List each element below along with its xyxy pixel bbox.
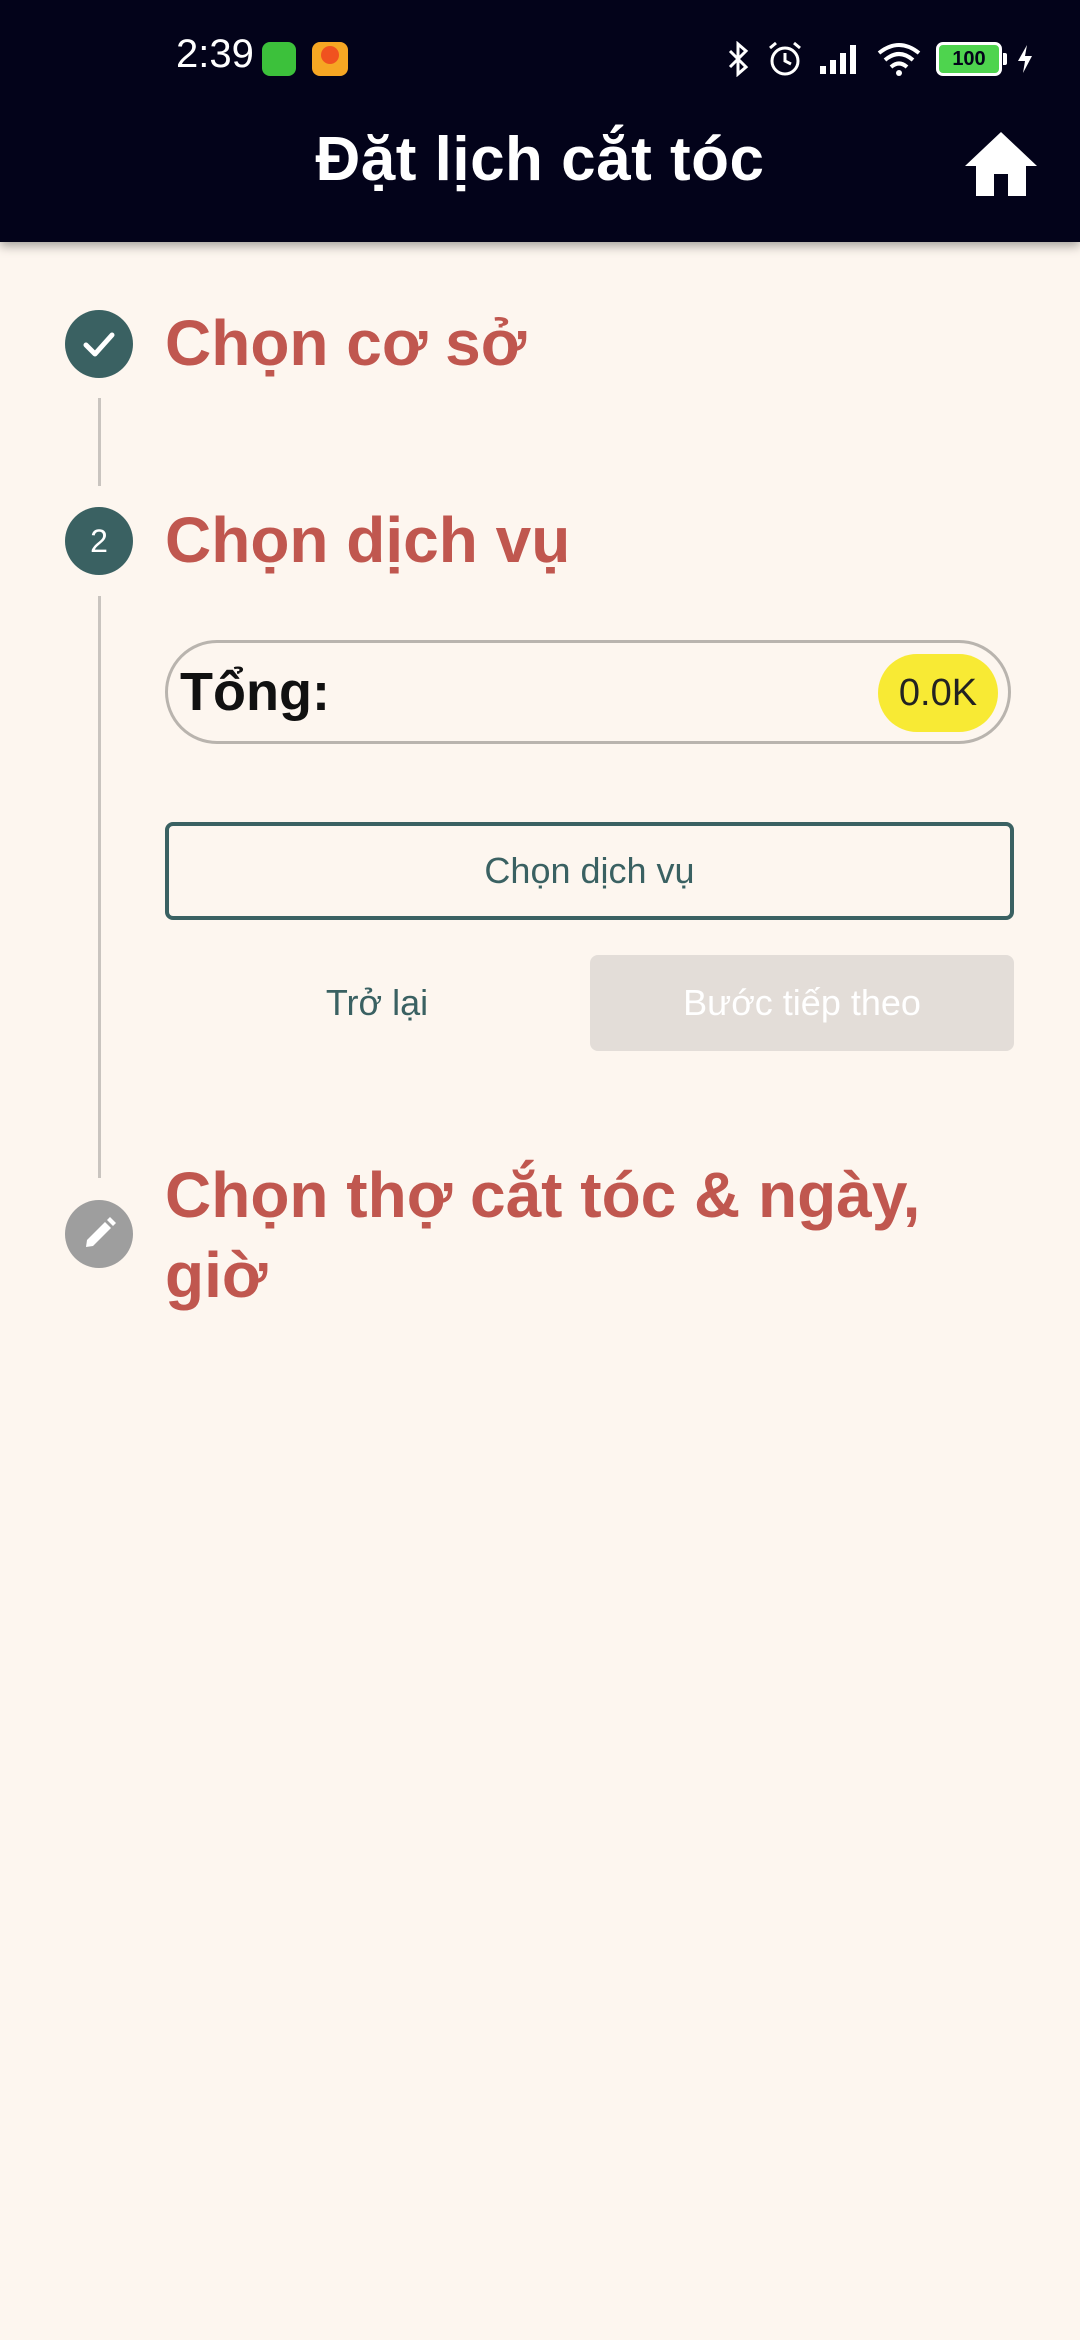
step-connector [98, 596, 101, 1178]
step-3-pencil-icon [65, 1200, 133, 1268]
total-label: Tổng: [180, 662, 330, 722]
pencil-icon [86, 1217, 116, 1247]
battery-icon: 100 [936, 42, 1007, 76]
status-time: 2:39 [176, 32, 254, 76]
notification-app-icon-2 [312, 42, 348, 76]
total-value-badge: 0.0K [878, 654, 998, 732]
total-summary: Tổng: 0.0K [165, 640, 1011, 744]
status-icons: 100 [726, 34, 1034, 84]
alarm-icon [769, 41, 801, 76]
select-service-button[interactable]: Chọn dịch vụ [165, 822, 1014, 920]
step-2-title[interactable]: Chọn dịch vụ [165, 500, 570, 580]
step-connector [98, 398, 101, 486]
check-icon [83, 332, 115, 357]
step-1-check-icon [65, 310, 133, 378]
signal-icon [820, 45, 856, 74]
wifi-icon [877, 43, 921, 76]
home-icon[interactable] [962, 128, 1040, 200]
back-button[interactable]: Trở lại [165, 955, 589, 1051]
page-title: Đặt lịch cắt tóc [315, 125, 765, 194]
notification-app-icon [262, 42, 296, 76]
charging-icon [1018, 45, 1032, 73]
step-1-title[interactable]: Chọn cơ sở [165, 303, 526, 383]
bluetooth-icon [728, 41, 749, 77]
next-step-button[interactable]: Bước tiếp theo [590, 955, 1014, 1051]
app-bar: 2:39 100 Đặt lịch cắt tóc [0, 0, 1080, 242]
step-3-title[interactable]: Chọn thợ cắt tóc & ngày, giờ [165, 1155, 1025, 1315]
step-2-number: 2 [65, 507, 133, 575]
